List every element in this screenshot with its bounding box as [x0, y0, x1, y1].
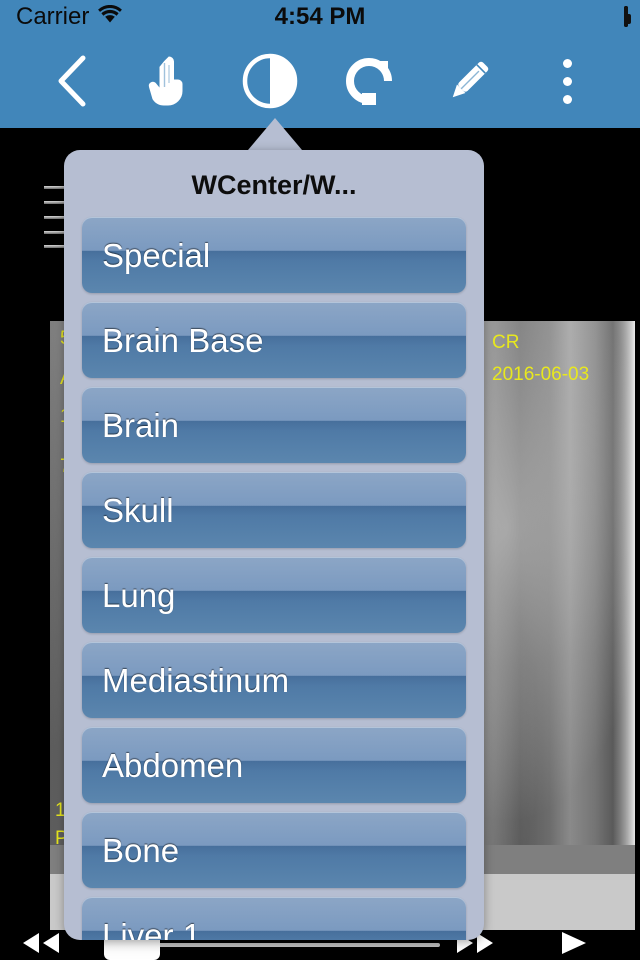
- preset-item-brain-base[interactable]: Brain Base: [82, 302, 466, 378]
- popover-title: WCenter/W...: [191, 170, 357, 200]
- back-button[interactable]: [40, 49, 104, 113]
- annotate-button[interactable]: [437, 49, 501, 113]
- preset-item-liver-1[interactable]: Liver 1: [82, 897, 466, 940]
- preset-label: Abdomen: [102, 746, 244, 784]
- xray-edge-highlight: [613, 321, 635, 930]
- preset-label: Brain Base: [102, 321, 264, 359]
- preset-label: Special: [102, 236, 211, 274]
- play-icon: [558, 930, 590, 960]
- preset-label: Mediastinum: [102, 661, 290, 699]
- status-bar: Carrier 4:54 PM: [0, 0, 640, 34]
- window-level-presets-popover: WCenter/W... Special Brain Base Brain Sk…: [64, 150, 484, 940]
- preset-item-bone[interactable]: Bone: [82, 812, 466, 888]
- preset-item-skull[interactable]: Skull: [82, 472, 466, 548]
- main-toolbar: [0, 34, 640, 128]
- preset-label: Skull: [102, 491, 174, 529]
- slider-track: [158, 943, 440, 947]
- pencil-icon: [442, 54, 496, 108]
- rewind-button[interactable]: [18, 931, 64, 960]
- reset-rotate-button[interactable]: [338, 49, 402, 113]
- play-button[interactable]: [558, 930, 590, 960]
- preset-item-mediastinum[interactable]: Mediastinum: [82, 642, 466, 718]
- preset-item-abdomen[interactable]: Abdomen: [82, 727, 466, 803]
- popover-caret: [248, 118, 302, 150]
- preset-list: Special Brain Base Brain Skull Lung Medi…: [64, 217, 484, 940]
- contrast-circle-icon: [242, 53, 298, 109]
- annotation-study-date: 2016-06-03: [492, 364, 590, 385]
- preset-item-special[interactable]: Special: [82, 217, 466, 293]
- status-bar-right: [624, 6, 631, 27]
- clock-label: 4:54 PM: [274, 3, 366, 30]
- rewind-icon: [18, 931, 64, 960]
- preset-label: Bone: [102, 831, 180, 869]
- battery-icon: [624, 6, 631, 27]
- preset-label: Brain: [102, 406, 180, 444]
- preset-item-brain[interactable]: Brain: [82, 387, 466, 463]
- annotation-modality: CR: [492, 332, 520, 353]
- window-level-button[interactable]: [238, 49, 302, 113]
- preset-item-lung[interactable]: Lung: [82, 557, 466, 633]
- more-options-button[interactable]: [536, 49, 600, 113]
- rotate-undo-arrow-icon: [342, 53, 398, 109]
- preset-label: Lung: [102, 576, 176, 614]
- preset-label: Liver 1: [102, 916, 202, 941]
- chevron-left-icon: [53, 54, 91, 108]
- touch-pan-button[interactable]: [139, 49, 203, 113]
- pointing-hand-icon: [145, 53, 197, 109]
- app-root: Carrier 4:54 PM CR 2016-06-03 1 P WCente…: [0, 0, 640, 960]
- vertical-ellipsis-icon: [563, 58, 573, 104]
